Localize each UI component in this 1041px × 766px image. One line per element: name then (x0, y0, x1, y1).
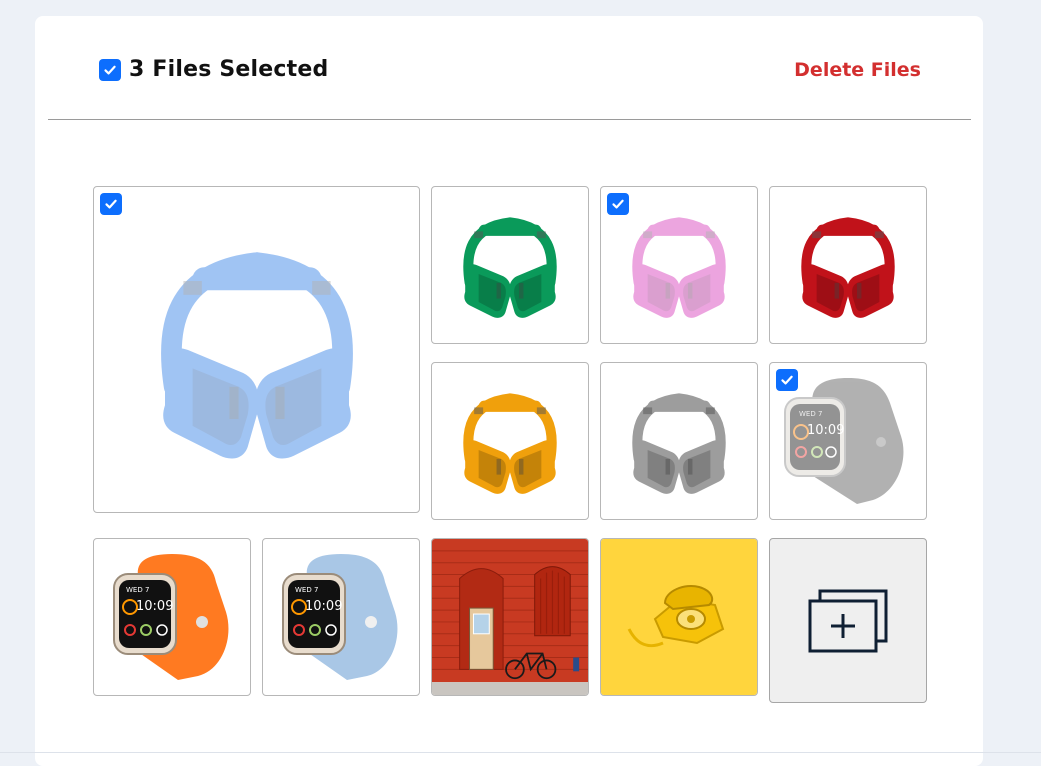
page-bottom-border (0, 752, 1041, 753)
header-divider (48, 119, 971, 120)
check-icon (779, 372, 795, 388)
red-wall-photo (432, 539, 588, 695)
headphones-image (94, 187, 419, 512)
select-all-checkbox[interactable] (99, 59, 121, 81)
gallery-tile-watch-orange[interactable]: WED 7 10:09 (93, 538, 251, 696)
gallery-tile-headphones-pink[interactable] (600, 186, 758, 344)
watch-image: WED 7 10:09 (94, 539, 250, 695)
add-images-icon (808, 589, 888, 652)
check-icon (610, 196, 626, 212)
tile-checkbox[interactable] (776, 369, 798, 391)
delete-files-button[interactable]: Delete Files (794, 59, 921, 81)
svg-text:WED 7: WED 7 (799, 410, 822, 418)
gallery-tile-headphones-red[interactable] (769, 186, 927, 344)
svg-text:WED 7: WED 7 (126, 586, 149, 594)
headphones-image (601, 363, 757, 519)
watch-image: WED 7 10:09 (263, 539, 419, 695)
svg-text:WED 7: WED 7 (295, 586, 318, 594)
add-images-button[interactable] (769, 538, 927, 703)
gallery-tile-yellow-telephone[interactable] (600, 538, 758, 696)
check-icon (103, 196, 119, 212)
svg-text:10:09: 10:09 (305, 599, 342, 614)
gallery-tile-headphones-silver[interactable] (600, 362, 758, 520)
gallery-tile-headphones-blue[interactable] (93, 186, 420, 513)
headphones-image (432, 187, 588, 343)
tile-checkbox[interactable] (607, 193, 629, 215)
headphones-image (432, 363, 588, 519)
gallery-tile-watch-light-blue[interactable]: WED 7 10:09 (262, 538, 420, 696)
gallery-tile-watch-gray[interactable]: WED 7 10:09 (769, 362, 927, 520)
selection-header: 3 Files Selected Delete Files (35, 16, 983, 120)
svg-text:10:09: 10:09 (807, 423, 844, 438)
check-icon (102, 62, 118, 78)
tile-checkbox[interactable] (100, 193, 122, 215)
gallery-tile-headphones-green[interactable] (431, 186, 589, 344)
svg-text:10:09: 10:09 (136, 599, 173, 614)
selected-count-label: 3 Files Selected (129, 57, 329, 82)
gallery-tile-headphones-orange[interactable] (431, 362, 589, 520)
gallery-tile-red-wall-bicycle[interactable] (431, 538, 589, 696)
headphones-image (770, 187, 926, 343)
telephone-photo (601, 539, 757, 695)
